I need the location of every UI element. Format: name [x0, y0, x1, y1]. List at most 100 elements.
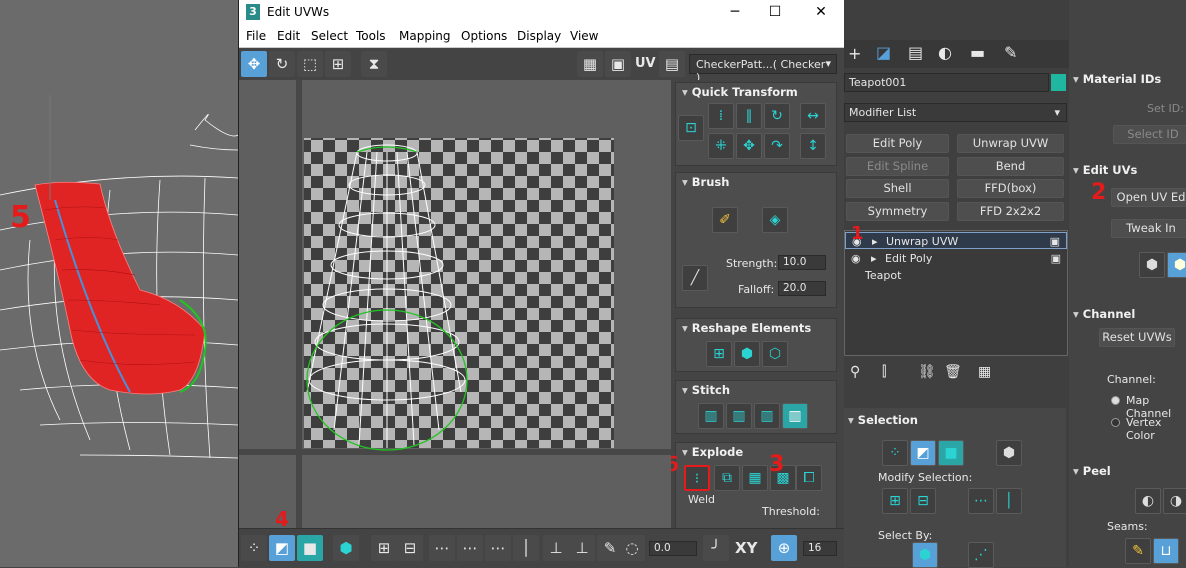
loop-divider-icon[interactable]: │	[513, 535, 539, 561]
modify-tab-icon[interactable]: ◪	[876, 43, 891, 62]
stitch-target-icon[interactable]: ▥	[782, 403, 808, 429]
checker-dropdown[interactable]: CheckerPatt...( Checker ) ▾	[689, 54, 837, 84]
display-tab-icon[interactable]: ▬	[970, 43, 985, 62]
tweak-in-view-button[interactable]: Tweak In	[1111, 219, 1186, 238]
minimize-button[interactable]: ─	[725, 3, 745, 21]
grid-snap-icon[interactable]: ⊕	[771, 535, 797, 561]
stitch-average-icon[interactable]: ▥	[754, 403, 780, 429]
pin-stack-icon[interactable]: ⚲	[850, 364, 860, 380]
falloff-spinner[interactable]: 20.0	[778, 281, 826, 296]
object-name-field[interactable]: Teapot001	[844, 73, 1049, 92]
relax-icon[interactable]: ⬢	[734, 341, 760, 367]
edge-mode-icon[interactable]: ◩	[269, 535, 295, 561]
edge-select-icon[interactable]: ⊥	[569, 535, 595, 561]
align-vertical-icon[interactable]: ∥	[736, 103, 762, 129]
ring-icon[interactable]: ⋯	[429, 535, 455, 561]
maximize-button[interactable]: ☐	[765, 3, 785, 21]
rotate-ccw-icon[interactable]: ↷	[764, 133, 790, 159]
show-end-result-icon[interactable]: ⫿	[882, 364, 886, 380]
remove-modifier-icon[interactable]: 🗑	[944, 364, 962, 380]
vertex-select-icon[interactable]: ⁘	[882, 440, 908, 466]
pivot-icon[interactable]: ⊡	[678, 115, 704, 141]
freeform-icon[interactable]: ⊞	[325, 51, 351, 77]
stitch-source-icon[interactable]: ▥	[726, 403, 752, 429]
stack-item-edit-poly[interactable]: ◉ ▸ Edit Poly ▣	[845, 250, 1067, 267]
edit-spline-button[interactable]: Edit Spline	[846, 157, 949, 176]
explode-grid-icon[interactable]: ▦	[742, 465, 768, 491]
menu-mapping[interactable]: Mapping	[399, 29, 451, 43]
uv-canvas[interactable]	[239, 80, 671, 528]
element-mode-icon[interactable]: ⬢	[333, 535, 359, 561]
grid-value[interactable]: 16	[803, 541, 837, 556]
break-icon[interactable]: ⧉	[714, 465, 740, 491]
point-to-point-seam-icon[interactable]: ✎	[1125, 538, 1151, 564]
stitch-custom-icon[interactable]: ▥	[698, 403, 724, 429]
space-vertical-icon[interactable]: ↕	[800, 133, 826, 159]
tweak-active-icon[interactable]: ⬢	[1167, 252, 1186, 278]
space-horizontal-icon[interactable]: ↔	[800, 103, 826, 129]
align-center-icon[interactable]: ⁜	[708, 133, 734, 159]
ffd-2x2x2-button[interactable]: FFD 2x2x2	[957, 202, 1064, 221]
menu-tools[interactable]: Tools	[356, 29, 386, 43]
expand-icon[interactable]: ▸	[872, 233, 878, 250]
menu-select[interactable]: Select	[311, 29, 348, 43]
align-to-edge-icon[interactable]: ✥	[736, 133, 762, 159]
reset-uvws-button[interactable]: Reset UVWs	[1099, 328, 1175, 347]
ffd-box-button[interactable]: FFD(box)	[957, 179, 1064, 198]
ring-grow-icon[interactable]: ⋯	[457, 535, 483, 561]
ring-select-icon[interactable]: ⋯	[968, 488, 994, 514]
strength-spinner[interactable]: 10.0	[778, 255, 826, 270]
menu-view[interactable]: View	[570, 29, 598, 43]
make-unique-icon[interactable]: ⛓	[918, 364, 936, 380]
checker-toggle-icon[interactable]: ▦	[577, 51, 603, 77]
utilities-tab-icon[interactable]: ✎	[1004, 43, 1017, 62]
viewport-3d[interactable]: 5	[0, 0, 238, 567]
show-map-icon[interactable]: ▣	[605, 51, 631, 77]
edge-sel-to-seams-icon[interactable]: ⊔	[1153, 538, 1179, 564]
explode-group-icon[interactable]: ⧠	[796, 465, 822, 491]
quick-peel-icon[interactable]: ◐	[1135, 488, 1161, 514]
configure-sets-icon[interactable]: ▦	[978, 364, 991, 380]
loop-select-icon[interactable]: │	[996, 488, 1022, 514]
mirror-icon[interactable]: ⧗	[361, 51, 387, 77]
uv-label[interactable]: UV	[635, 56, 656, 71]
tweak-icon[interactable]: ⬢	[1139, 252, 1165, 278]
menu-display[interactable]: Display	[517, 29, 561, 43]
grow-select-icon[interactable]: ⊞	[882, 488, 908, 514]
open-uv-editor-button[interactable]: Open UV Ed	[1111, 188, 1186, 207]
select-id-button[interactable]: Select ID	[1113, 125, 1186, 144]
polygon-mode-icon[interactable]: ■	[297, 535, 323, 561]
weld-icon[interactable]: ⁝	[684, 465, 710, 491]
point-to-point-icon[interactable]: ⊥	[543, 535, 569, 561]
shrink-select-icon[interactable]: ⊟	[910, 488, 936, 514]
falloff-curve-icon[interactable]: ╯	[703, 535, 729, 561]
vertex-mode-icon[interactable]: ⁘	[241, 535, 267, 561]
select-by-element-icon[interactable]: ⬢	[912, 542, 938, 568]
modifier-list-dropdown[interactable]: Modifier List ▾	[844, 103, 1067, 122]
straighten-icon[interactable]: ⊞	[706, 341, 732, 367]
symmetry-button[interactable]: Symmetry	[846, 202, 949, 221]
soft-selection-icon[interactable]: ◌	[619, 535, 645, 561]
polygon-select-icon[interactable]: ■	[938, 440, 964, 466]
pelt-map-icon[interactable]: ◑	[1163, 488, 1186, 514]
map-channel-radio[interactable]	[1111, 396, 1120, 405]
align-horizontal-icon[interactable]: ⁞	[708, 103, 734, 129]
edit-poly-button[interactable]: Edit Poly	[846, 134, 949, 153]
shrink-selection-icon[interactable]: ⊟	[397, 535, 423, 561]
menu-edit[interactable]: Edit	[277, 29, 300, 43]
rotate-icon[interactable]: ↻	[269, 51, 295, 77]
xy-label[interactable]: XY	[735, 539, 757, 557]
soft-selection-value[interactable]: 0.0	[649, 541, 697, 556]
close-button[interactable]: ✕	[811, 3, 831, 21]
edge-select-icon[interactable]: ◩	[910, 440, 936, 466]
element-select-icon[interactable]: ⬢	[996, 440, 1022, 466]
rotate-cw-icon[interactable]: ↻	[764, 103, 790, 129]
loop-icon[interactable]: ⋯	[485, 535, 511, 561]
paint-brush-icon[interactable]: ✐	[712, 207, 738, 233]
grow-selection-icon[interactable]: ⊞	[371, 535, 397, 561]
shell-button[interactable]: Shell	[846, 179, 949, 198]
menu-file[interactable]: File	[246, 29, 266, 43]
relax-brush-icon[interactable]: ◈	[762, 207, 788, 233]
hierarchy-tab-icon[interactable]: ▤	[908, 43, 923, 62]
uv-settings-icon[interactable]: ▤	[659, 51, 685, 77]
